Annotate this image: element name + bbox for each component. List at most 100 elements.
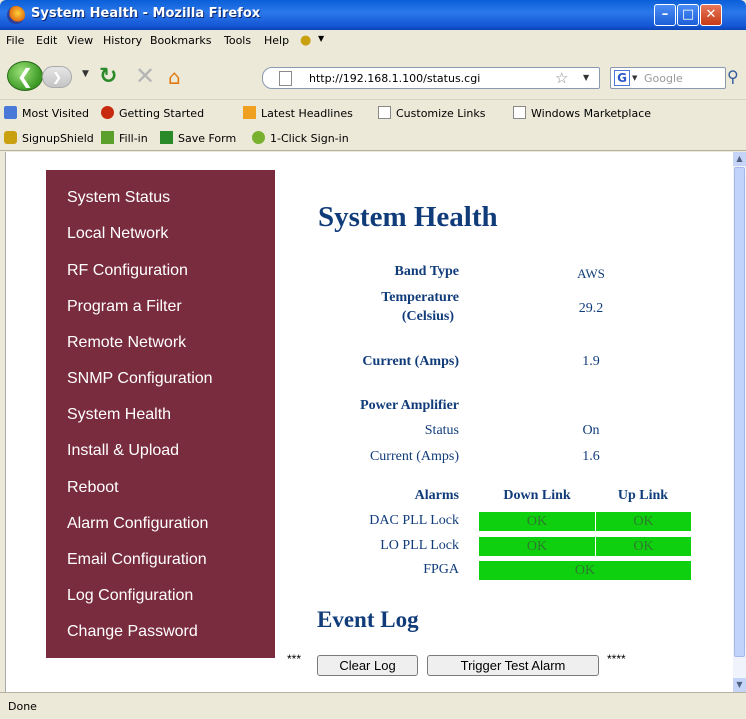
- back-button[interactable]: ❮: [7, 61, 43, 91]
- home-icon[interactable]: ⌂: [168, 65, 181, 89]
- left-marker: ***: [287, 652, 302, 666]
- bookmark-windows-marketplace[interactable]: Windows Marketplace: [513, 106, 651, 120]
- pa-current-label: Current (Amps): [369, 449, 459, 464]
- close-button[interactable]: ✕: [700, 4, 722, 26]
- scroll-down-icon[interactable]: ▼: [733, 678, 746, 692]
- url-dropdown-icon[interactable]: ▼: [583, 73, 589, 82]
- maximize-button[interactable]: □: [677, 4, 699, 26]
- sidebar-item-rf-configuration[interactable]: RF Configuration: [67, 262, 188, 280]
- sidebar-item-install-upload[interactable]: Install & Upload: [67, 442, 179, 460]
- bookmark-label: Customize Links: [396, 107, 486, 120]
- sidebar-item-log-configuration[interactable]: Log Configuration: [67, 587, 193, 605]
- addon-dropdown-icon[interactable]: ▼: [318, 34, 324, 43]
- event-log-title: Event Log: [317, 607, 419, 632]
- google-icon[interactable]: G: [614, 70, 630, 86]
- search-placeholder[interactable]: Google: [644, 72, 683, 85]
- search-box[interactable]: G ▼ Google: [610, 67, 726, 89]
- status-text: Done: [8, 700, 37, 713]
- most-visited-icon: [4, 106, 17, 119]
- sidebar-item-remote-network[interactable]: Remote Network: [67, 334, 186, 352]
- down-link-header: Down Link: [503, 488, 571, 503]
- sidebar-item-email-configuration[interactable]: Email Configuration: [67, 551, 207, 569]
- temperature-value: 29.2: [578, 301, 604, 316]
- bookmark-most-visited[interactable]: Most Visited: [4, 106, 89, 120]
- menu-bookmarks[interactable]: Bookmarks: [150, 34, 211, 47]
- menu-file[interactable]: File: [6, 34, 24, 47]
- fill-in-icon: [101, 131, 114, 144]
- trigger-test-alarm-button[interactable]: Trigger Test Alarm: [427, 655, 599, 676]
- alarm-status-cell: OK: [479, 537, 595, 556]
- window-title: System Health - Mozilla Firefox: [31, 6, 261, 21]
- alarm-row-label: LO PLL Lock: [380, 538, 459, 553]
- alarm-status-cell: OK: [479, 561, 691, 580]
- sidebar-item-change-password[interactable]: Change Password: [67, 623, 198, 641]
- menu-bar: File Edit View History Bookmarks Tools H…: [0, 30, 746, 52]
- page-content: System Status Local Network RF Configura…: [5, 152, 733, 692]
- power-amplifier-heading: Power Amplifier: [360, 398, 459, 413]
- sidebar-item-snmp-configuration[interactable]: SNMP Configuration: [67, 370, 213, 388]
- clear-log-button[interactable]: Clear Log: [317, 655, 418, 676]
- page-icon: [513, 106, 526, 119]
- shield-icon: [4, 131, 17, 144]
- pa-current-value: 1.6: [582, 449, 600, 464]
- up-link-header: Up Link: [617, 488, 669, 503]
- bookmark-star-icon[interactable]: ☆: [555, 69, 568, 87]
- addon-icon[interactable]: ●: [300, 33, 311, 48]
- scroll-up-icon[interactable]: ▲: [733, 152, 746, 166]
- menu-history[interactable]: History: [103, 34, 142, 47]
- sidebar-item-reboot[interactable]: Reboot: [67, 479, 119, 497]
- bookmark-label: Windows Marketplace: [531, 107, 652, 120]
- save-form-button[interactable]: Save Form: [160, 131, 236, 145]
- bookmark-customize-links[interactable]: Customize Links: [378, 106, 486, 120]
- url-text[interactable]: http://192.168.1.100/status.cgi: [309, 72, 480, 85]
- search-engine-dropdown-icon[interactable]: ▼: [632, 74, 637, 82]
- toolbar-label: 1-Click Sign-in: [270, 132, 349, 145]
- temperature-unit-label: (Celsius): [401, 309, 454, 324]
- alarm-row-label: FPGA: [423, 562, 459, 577]
- alarms-heading: Alarms: [414, 488, 459, 503]
- sidebar-item-system-health[interactable]: System Health: [67, 406, 171, 424]
- sidebar-item-local-network[interactable]: Local Network: [67, 225, 168, 243]
- sidebar-item-program-a-filter[interactable]: Program a Filter: [67, 298, 182, 316]
- band-type-value: AWS: [577, 266, 605, 281]
- toolbar-label: SignupShield: [22, 132, 94, 145]
- page-title: System Health: [318, 201, 498, 233]
- fill-in-button[interactable]: Fill-in: [101, 131, 148, 145]
- getting-started-icon: [101, 106, 114, 119]
- scroll-thumb[interactable]: [734, 167, 745, 657]
- sidebar-item-system-status[interactable]: System Status: [67, 189, 170, 207]
- page-icon: [279, 71, 292, 86]
- menu-help[interactable]: Help: [264, 34, 289, 47]
- bookmark-getting-started[interactable]: Getting Started: [101, 106, 204, 120]
- reload-icon[interactable]: ↻: [99, 64, 117, 89]
- bookmark-latest-headlines[interactable]: Latest Headlines: [243, 106, 353, 120]
- one-click-sign-in-button[interactable]: 1-Click Sign-in: [252, 131, 349, 145]
- navigation-toolbar: ❮ ❯ ▼ ↻ ✕ ⌂ http://192.168.1.100/status.…: [0, 52, 746, 99]
- pa-status-label: Status: [424, 423, 459, 438]
- pa-status-value: On: [582, 423, 600, 438]
- alarm-row-label: DAC PLL Lock: [369, 513, 459, 528]
- search-icon[interactable]: ⚲: [727, 67, 739, 86]
- address-bar[interactable]: http://192.168.1.100/status.cgi ☆ ▼: [262, 67, 600, 89]
- history-dropdown-icon[interactable]: ▼: [82, 69, 89, 79]
- menu-tools[interactable]: Tools: [224, 34, 251, 47]
- firefox-logo-icon: [7, 6, 25, 24]
- forward-button[interactable]: ❯: [42, 66, 72, 88]
- toolbar-label: Fill-in: [119, 132, 148, 145]
- window-title-bar: System Health - Mozilla Firefox – □ ✕: [0, 0, 746, 30]
- alarm-status-cell: OK: [596, 512, 691, 531]
- menu-view[interactable]: View: [67, 34, 93, 47]
- signupshield-toolbar: SignupShield Fill-in Save Form 1-Click S…: [0, 127, 746, 151]
- current-label: Current (Amps): [362, 354, 459, 369]
- menu-edit[interactable]: Edit: [36, 34, 57, 47]
- stop-icon[interactable]: ✕: [135, 62, 155, 90]
- sidebar-item-alarm-configuration[interactable]: Alarm Configuration: [67, 515, 208, 533]
- bookmark-label: Most Visited: [22, 107, 89, 120]
- rss-icon: [243, 106, 256, 119]
- signupshield-button[interactable]: SignupShield: [4, 131, 94, 145]
- temperature-label: Temperature: [381, 290, 459, 305]
- minimize-button[interactable]: –: [654, 4, 676, 26]
- save-icon: [160, 131, 173, 144]
- vertical-scrollbar[interactable]: ▲ ▼: [733, 152, 746, 692]
- bookmark-label: Getting Started: [119, 107, 205, 120]
